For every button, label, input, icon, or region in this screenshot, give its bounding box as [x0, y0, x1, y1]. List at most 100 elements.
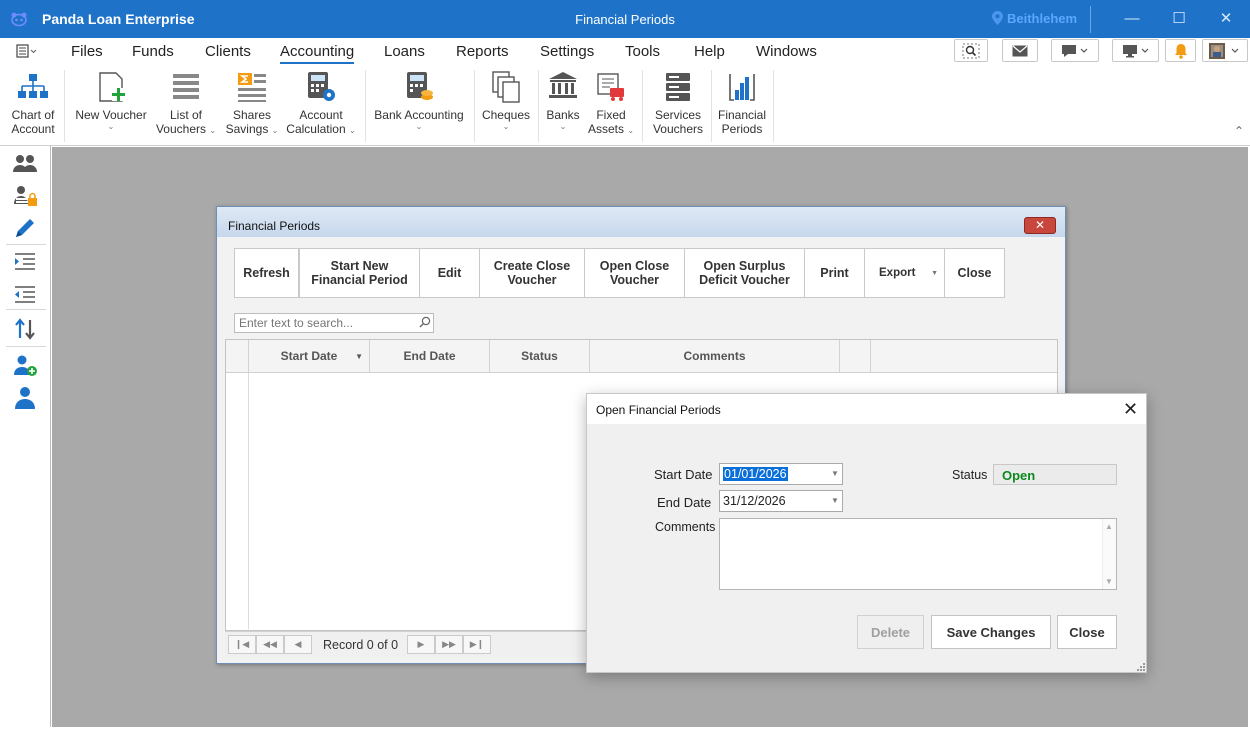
ribbon-separator [538, 70, 539, 142]
open-close-voucher-button[interactable]: Open Close Voucher [584, 248, 685, 298]
dialog-close-button[interactable]: Close [1057, 615, 1117, 649]
edit-label: Edit [437, 266, 462, 280]
chart-of-account-button[interactable]: Chart of Account [6, 70, 60, 136]
start-new-label-2: Financial Period [311, 273, 408, 287]
pencil-icon[interactable] [12, 217, 38, 241]
indent-list-icon[interactable] [12, 250, 38, 274]
menu-windows[interactable]: Windows [756, 43, 817, 60]
chat-dropdown-button[interactable] [1051, 39, 1099, 62]
window-title: Financial Periods [228, 219, 321, 233]
menu-clients[interactable]: Clients [205, 43, 251, 60]
open-surplus-deficit-voucher-button[interactable]: Open Surplus Deficit Voucher [684, 248, 805, 298]
previous-record-icon[interactable]: ◀ [284, 635, 312, 654]
bank-accounting-button[interactable]: Bank Accounting ⌄ [370, 70, 468, 131]
edit-button[interactable]: Edit [419, 248, 480, 298]
notifications-button[interactable] [1165, 39, 1196, 62]
documents-stack-icon [492, 71, 520, 103]
scrollbar[interactable]: ▲ ▼ [1102, 519, 1116, 589]
menu-tools[interactable]: Tools [625, 43, 660, 60]
create-close-voucher-button[interactable]: Create Close Voucher [479, 248, 585, 298]
screen-search-button[interactable] [954, 39, 988, 62]
column-filler [870, 340, 1057, 373]
menu-files[interactable]: Files [71, 43, 103, 60]
account-calculation-button[interactable]: Account Calculation ⌄ [284, 70, 358, 138]
cheques-button[interactable]: Cheques ⌄ [478, 70, 534, 131]
previous-page-icon[interactable]: ◀◀ [256, 635, 284, 654]
record-info: Record 0 of 0 [323, 638, 399, 652]
end-date-value: 31/12/2026 [723, 494, 786, 508]
sort-desc-icon: ▼ [355, 352, 363, 361]
scroll-down-icon[interactable]: ▼ [1105, 577, 1113, 586]
menu-reports[interactable]: Reports [456, 43, 509, 60]
location-indicator[interactable]: Beithlehem [992, 11, 1077, 26]
maximize-button[interactable]: ☐ [1167, 8, 1191, 30]
column-start-date[interactable]: Start Date ▼ [248, 340, 369, 373]
next-page-icon[interactable]: ▶▶ [435, 635, 463, 654]
mail-button[interactable] [1002, 39, 1038, 62]
services-vouchers-button[interactable]: Services Vouchers [648, 70, 708, 136]
close-icon[interactable]: ✕ [1024, 217, 1056, 234]
scroll-up-icon[interactable]: ▲ [1105, 522, 1113, 531]
menu-settings[interactable]: Settings [540, 43, 594, 60]
column-comments[interactable]: Comments [589, 340, 839, 373]
save-changes-button[interactable]: Save Changes [931, 615, 1051, 649]
close-button[interactable]: Close [944, 248, 1005, 298]
bell-icon [1174, 44, 1187, 59]
start-new-financial-period-button[interactable]: Start New Financial Period [299, 248, 420, 298]
create-close-label-2: Voucher [507, 273, 557, 287]
collapse-ribbon-icon[interactable]: ⌃ [1234, 124, 1244, 138]
app-menu-icon[interactable] [16, 44, 38, 62]
financial-periods-button[interactable]: Financial Periods [714, 70, 770, 136]
menu-funds[interactable]: Funds [132, 43, 174, 60]
close-window-button[interactable]: ✕ [1214, 8, 1238, 30]
ribbon-separator [642, 70, 643, 142]
banks-button[interactable]: Banks ⌄ [542, 70, 584, 131]
print-button[interactable]: Print [804, 248, 865, 298]
calculator-coins-icon [407, 72, 433, 100]
map-pin-icon [992, 11, 1003, 25]
shares-savings-button[interactable]: Shares Savings ⌄ [222, 70, 282, 138]
minimize-button[interactable]: — [1120, 8, 1144, 30]
sort-arrows-icon[interactable] [12, 317, 38, 341]
close-icon[interactable]: ✕ [1123, 399, 1138, 420]
delete-button[interactable]: Delete [857, 615, 924, 649]
start-date-picker[interactable]: 01/01/2026 ▼ [719, 463, 843, 485]
user-lock-icon[interactable] [12, 184, 38, 208]
user-profile-button[interactable] [1202, 39, 1248, 62]
bank-building-icon [549, 72, 577, 98]
sigma-list-icon [238, 73, 266, 102]
add-user-icon[interactable] [12, 354, 38, 378]
comments-textarea[interactable]: ▲ ▼ [719, 518, 1117, 590]
new-voucher-button[interactable]: New Voucher ⌄ [70, 70, 152, 131]
users-group-icon[interactable] [12, 152, 38, 176]
end-date-picker[interactable]: 31/12/2026 ▼ [719, 490, 843, 512]
export-dropdown-button[interactable]: Export ▼ [864, 248, 945, 298]
calculator-gear-icon [308, 72, 335, 101]
start-new-label-1: Start New [330, 259, 389, 273]
refresh-label: Refresh [243, 266, 290, 280]
cheques-label: Cheques [481, 108, 531, 122]
dropdown-arrow-icon[interactable]: ▼ [828, 464, 842, 484]
menu-loans[interactable]: Loans [384, 43, 425, 60]
chart-of-account-label-2: Account [11, 122, 55, 136]
outdent-list-icon[interactable] [12, 283, 38, 307]
last-record-icon[interactable]: ▶❙ [463, 635, 491, 654]
dropdown-arrow-icon[interactable]: ▼ [828, 491, 842, 511]
menu-help[interactable]: Help [694, 43, 725, 60]
search-input[interactable] [234, 313, 434, 333]
column-end-date[interactable]: End Date [369, 340, 489, 373]
dialog-header: Open Financial Periods ✕ [587, 394, 1146, 424]
fixed-assets-button[interactable]: Fixed Assets ⌄ [586, 70, 636, 138]
user-icon[interactable] [12, 386, 38, 410]
refresh-button[interactable]: Refresh [234, 248, 299, 298]
first-record-icon[interactable]: ❙◀ [228, 635, 256, 654]
monitor-icon [1122, 45, 1148, 58]
sidebar-separator [6, 309, 46, 310]
server-stack-icon [666, 73, 690, 101]
display-dropdown-button[interactable] [1112, 39, 1159, 62]
resize-grip-icon[interactable] [1136, 662, 1146, 672]
menu-accounting[interactable]: Accounting [280, 43, 355, 64]
column-status[interactable]: Status [489, 340, 589, 373]
list-of-vouchers-button[interactable]: List of Vouchers ⌄ [154, 70, 218, 138]
next-record-icon[interactable]: ▶ [407, 635, 435, 654]
